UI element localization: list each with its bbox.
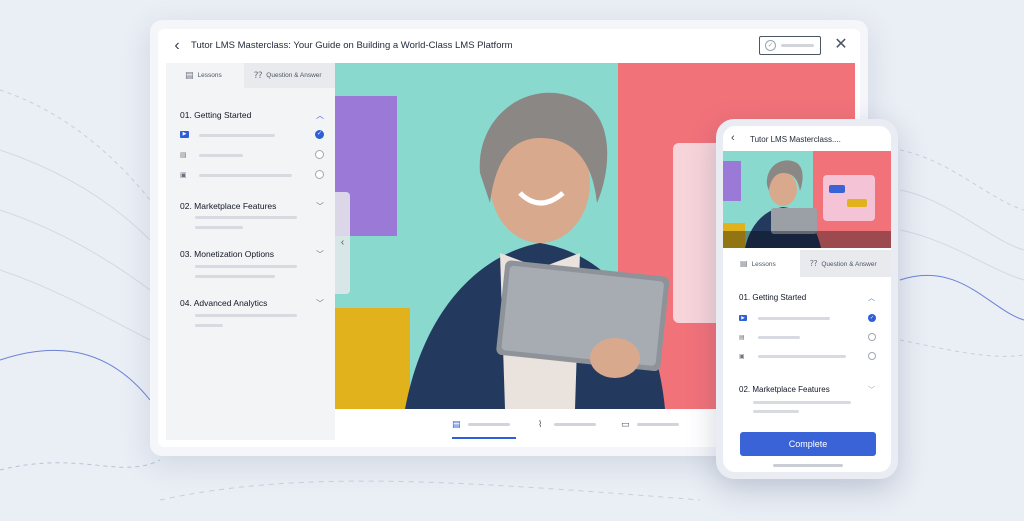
lesson-item[interactable]: ▣ [166,167,335,183]
document-icon: ▤ [180,152,187,159]
mobile-topbar: ‹ Tutor LMS Masterclass.... [723,126,891,151]
qa-icon: ⁇ [254,70,263,80]
lesson-item[interactable]: ▤ [723,330,891,345]
tab-overview[interactable]: ▤ [452,417,516,439]
lesson-title-placeholder [199,174,292,177]
section-meta-placeholder [195,265,297,268]
completed-check-icon[interactable]: ✓ [315,130,324,139]
lesson-title-placeholder [199,134,275,137]
section-meta-placeholder [195,226,243,229]
comment-icon: ▭ [621,419,630,429]
lesson-title-placeholder [758,355,846,358]
section-title[interactable]: 04. Advanced Analytics [180,298,267,308]
tab-lessons-label: Lessons [751,261,776,268]
section-meta-placeholder [753,410,799,413]
chevron-up-icon[interactable]: ︿ [868,293,875,303]
incomplete-circle-icon[interactable] [315,170,324,179]
chevron-down-icon[interactable]: ﹀ [868,385,875,395]
tab-lessons[interactable]: ▤ Lessons [723,250,800,277]
chevron-left-icon[interactable]: ‹ [335,192,350,294]
section-meta-placeholder [753,401,851,404]
chevron-down-icon[interactable]: ﹀ [316,298,324,309]
progress-placeholder-bar [781,44,814,47]
chevron-down-icon[interactable]: ﹀ [316,201,324,212]
lesson-sidebar: ▤ Lessons ⁇ Question & Answer 01. Getting … [166,63,335,440]
sidebar-tabs: ▤ Lessons ⁇ Question & Answer [166,63,335,88]
check-circle-icon: ✓ [765,40,776,51]
lesson-item[interactable]: ▶ ✓ [723,311,891,326]
tab-qa-label: Question & Answer [821,261,877,268]
back-arrow-icon[interactable]: ‹ [168,37,186,55]
tab-qa-label: Question & Answer [266,72,322,79]
mobile-lesson-video[interactable] [723,151,891,248]
section-title[interactable]: 02. Marketplace Features [180,201,276,211]
chevron-up-icon[interactable]: ︿ [316,110,324,121]
lesson-title-placeholder [199,154,243,157]
paperclip-icon: ⌇ [538,419,543,429]
tab-label-placeholder [554,423,596,426]
qa-icon: ⁇ [810,259,818,268]
complete-button[interactable]: Complete [740,432,876,456]
mobile-course-title: Tutor LMS Masterclass.... [750,135,841,144]
mobile-tabs: ▤ Lessons ⁇ Question & Answer [723,250,891,277]
tab-question-answer[interactable]: ⁇ Question & Answer [800,250,891,277]
section-meta-placeholder [195,275,275,278]
lesson-title-placeholder [758,336,800,339]
video-icon: ▶ [739,315,747,321]
course-progress-button[interactable]: ✓ [759,36,821,55]
home-indicator [773,464,843,467]
quiz-icon: ▣ [180,172,187,179]
document-icon: ▤ [452,419,461,429]
tab-comments[interactable]: ▭ [621,417,685,439]
tab-lessons-label: Lessons [197,72,222,79]
course-topbar: ‹ Tutor LMS Masterclass: Your Guide on B… [158,29,860,63]
incomplete-circle-icon[interactable] [315,150,324,159]
section-meta-placeholder [195,314,297,317]
mobile-course-player: ‹ Tutor LMS Masterclass.... ▤ Lessons ⁇ Qu… [723,126,891,472]
close-icon[interactable]: ✕ [832,36,850,54]
tab-label-placeholder [468,423,510,426]
lesson-title-placeholder [758,317,830,320]
completed-check-icon[interactable]: ✓ [868,314,876,322]
chevron-down-icon[interactable]: ﹀ [316,249,324,260]
quiz-icon: ▣ [739,354,745,360]
video-icon: ▶ [180,131,189,138]
section-title[interactable]: 02. Marketplace Features [739,385,830,394]
section-title[interactable]: 01. Getting Started [180,110,251,120]
incomplete-circle-icon[interactable] [868,333,876,341]
book-icon: ▤ [185,70,194,80]
lesson-item[interactable]: ▣ [723,349,891,364]
tab-label-placeholder [637,423,679,426]
section-meta-placeholder [195,216,297,219]
book-icon: ▤ [740,259,748,268]
section-title[interactable]: 01. Getting Started [739,293,806,302]
incomplete-circle-icon[interactable] [868,352,876,360]
tab-attachments[interactable]: ⌇ [538,417,602,439]
tab-question-answer[interactable]: ⁇ Question & Answer [244,63,335,88]
lesson-item[interactable]: ▤ [166,147,335,163]
document-icon: ▤ [739,335,745,341]
section-meta-placeholder [195,324,223,327]
back-arrow-icon[interactable]: ‹ [731,132,735,144]
section-title[interactable]: 03. Monetization Options [180,249,274,259]
tab-lessons[interactable]: ▤ Lessons [166,63,244,88]
course-title: Tutor LMS Masterclass: Your Guide on Bui… [191,40,513,51]
lesson-item[interactable]: ▶ ✓ [166,127,335,143]
